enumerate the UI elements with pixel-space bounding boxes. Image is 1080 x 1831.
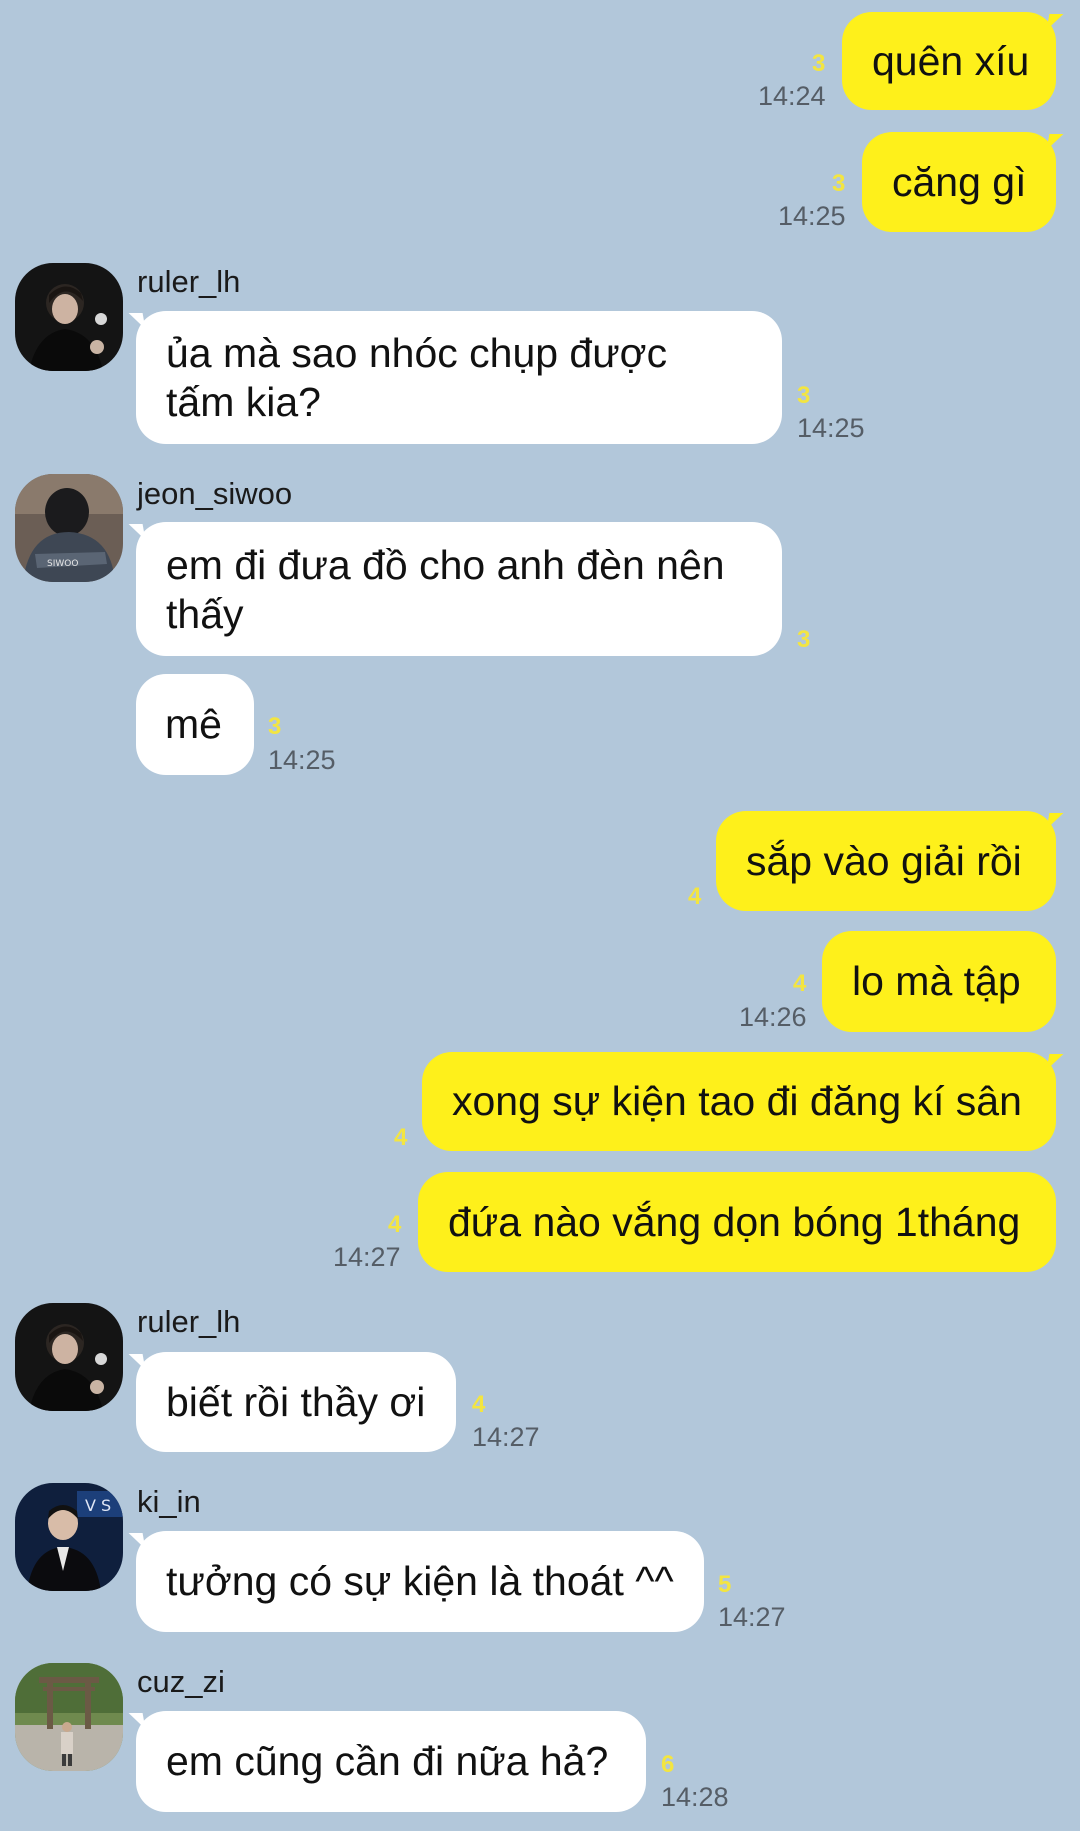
my-message-bubble[interactable]: xong sự kiện tao đi đăng kí sân — [422, 1052, 1056, 1151]
jeon-siwoo-avatar-icon: SIWOO — [15, 474, 123, 582]
unread-count: 4 — [472, 1391, 486, 1418]
message-time: 14:27 — [472, 1422, 540, 1452]
message-text-line: ủa mà sao nhóc chụp được — [166, 330, 668, 376]
cuz-zi-avatar-icon — [15, 1663, 123, 1771]
message-text: tưởng có sự kiện là thoát ^^ — [166, 1558, 674, 1604]
message-time: 14:25 — [268, 745, 336, 775]
their-message-bubble[interactable]: ủa mà sao nhóc chụp được tấm kia? — [136, 311, 782, 444]
unread-count: 3 — [797, 382, 811, 409]
their-message-bubble[interactable]: biết rồi thầy ơi — [136, 1352, 456, 1452]
unread-count: 4 — [793, 970, 807, 997]
avatar[interactable] — [15, 263, 123, 371]
avatar[interactable] — [15, 1303, 123, 1411]
message-text: quên xíu — [872, 37, 1030, 84]
message-text: em cũng cần đi nữa hả? — [166, 1738, 609, 1784]
message-text: căng gì — [892, 158, 1027, 205]
message-time: 14:24 — [758, 81, 826, 111]
sender-name: jeon_siwoo — [137, 476, 293, 511]
message-text: mê — [165, 701, 222, 747]
unread-count: 4 — [394, 1124, 408, 1151]
ki-in-avatar-icon: V S — [15, 1483, 123, 1591]
message-text-line: thấy — [166, 591, 244, 637]
my-message-bubble[interactable]: lo mà tập — [822, 931, 1056, 1032]
my-message-bubble[interactable]: đứa nào vắng dọn bóng 1tháng — [418, 1172, 1056, 1272]
sender-name: cuz_zi — [137, 1664, 225, 1699]
message-time: 14:27 — [333, 1242, 401, 1272]
ruler-lh-avatar-icon — [15, 263, 123, 371]
message-time: 14:25 — [797, 413, 865, 443]
chat-room: 3 14:24 quên xíu 3 14:25 căng gì ruler_l… — [0, 0, 1080, 1831]
unread-count: 3 — [832, 170, 846, 197]
message-text: đứa nào vắng dọn bóng 1tháng — [448, 1198, 1021, 1245]
my-message-bubble[interactable]: quên xíu — [842, 12, 1056, 110]
message-text: sắp vào giải rồi — [746, 837, 1022, 884]
unread-count: 3 — [797, 626, 811, 653]
sender-name: ruler_lh — [137, 264, 241, 299]
svg-text:V S: V S — [85, 1496, 111, 1515]
their-message-bubble[interactable]: mê — [136, 674, 254, 775]
unread-count: 3 — [812, 50, 826, 77]
message-time: 14:27 — [718, 1602, 786, 1632]
message-text-line: tấm kia? — [166, 379, 321, 425]
their-message-bubble[interactable]: tưởng có sự kiện là thoát ^^ — [136, 1531, 704, 1632]
message-time: 14:28 — [661, 1782, 729, 1812]
sender-name: ruler_lh — [137, 1304, 241, 1339]
their-message-bubble[interactable]: em đi đưa đồ cho anh đèn nên thấy — [136, 522, 782, 656]
my-message-bubble[interactable]: căng gì — [862, 132, 1056, 232]
my-message-bubble[interactable]: sắp vào giải rồi — [716, 811, 1056, 911]
unread-count: 4 — [388, 1211, 402, 1238]
unread-count: 5 — [718, 1571, 732, 1598]
avatar[interactable] — [15, 1663, 123, 1771]
unread-count: 3 — [268, 713, 282, 740]
avatar[interactable]: V S — [15, 1483, 123, 1591]
sender-name: ki_in — [137, 1484, 201, 1519]
their-message-bubble[interactable]: em cũng cần đi nữa hả? — [136, 1711, 646, 1812]
avatar[interactable]: SIWOO — [15, 474, 123, 582]
ruler-lh-avatar-icon — [15, 1303, 123, 1411]
svg-text:SIWOO: SIWOO — [47, 559, 78, 569]
unread-count: 6 — [661, 1751, 675, 1778]
message-text: lo mà tập — [852, 958, 1021, 1004]
message-text-line: em đi đưa đồ cho anh đèn nên — [166, 542, 725, 588]
unread-count: 4 — [688, 883, 702, 910]
message-time: 14:25 — [778, 201, 846, 231]
message-time: 14:26 — [739, 1002, 807, 1032]
message-text: biết rồi thầy ơi — [166, 1378, 426, 1425]
message-text: xong sự kiện tao đi đăng kí sân — [452, 1078, 1022, 1124]
